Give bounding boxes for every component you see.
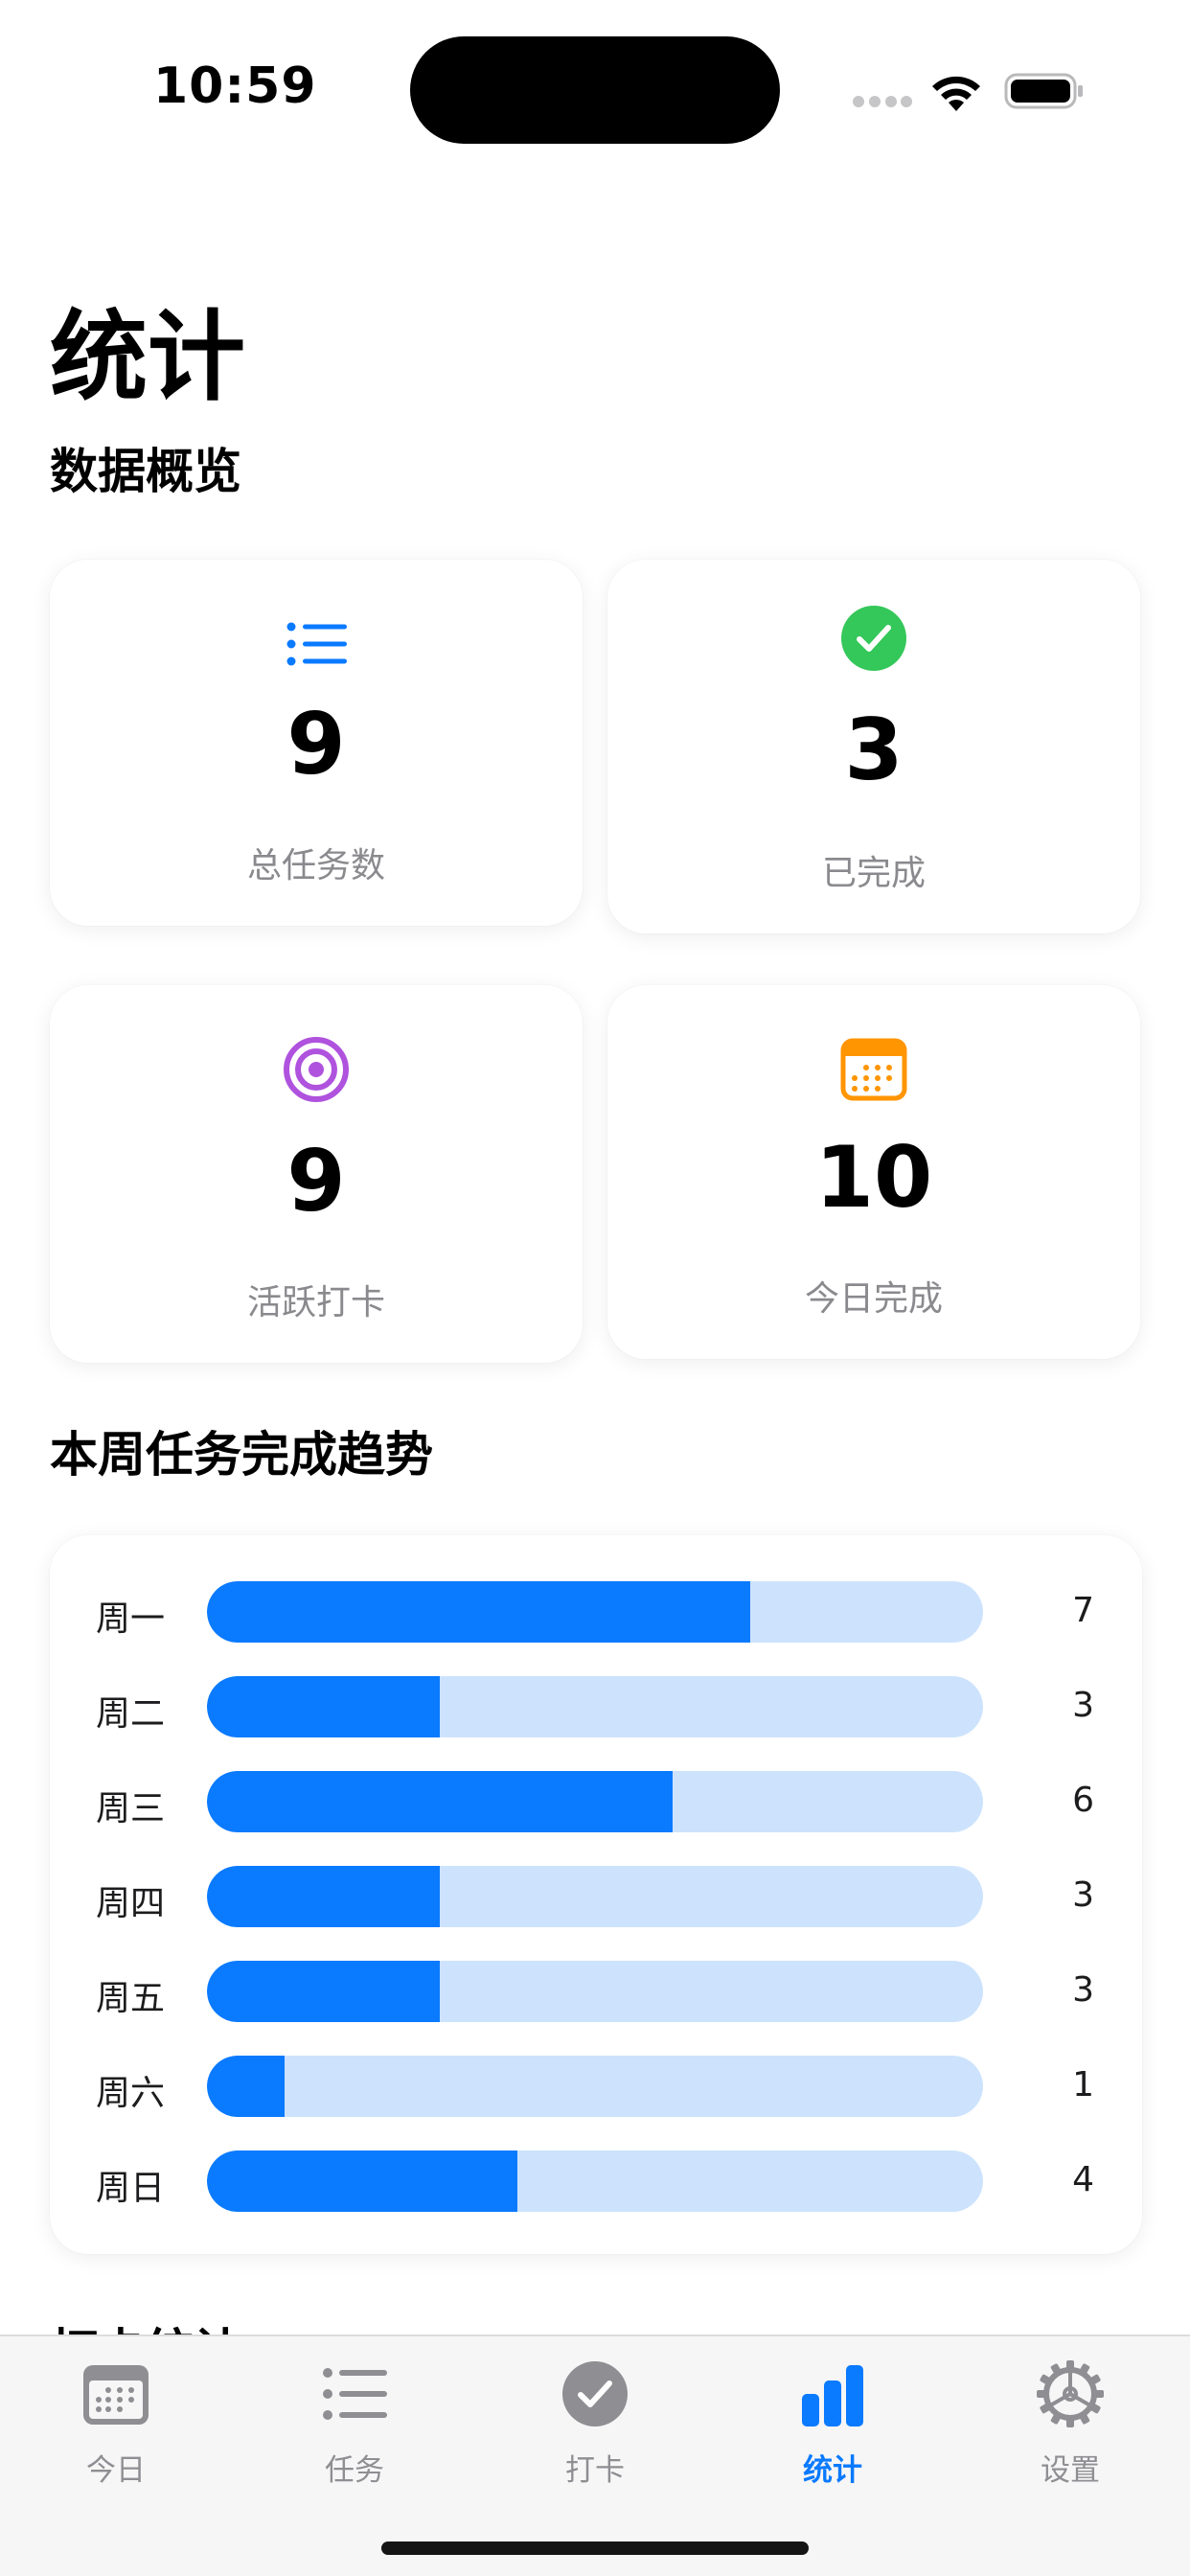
checkmark-circle-icon <box>841 606 906 671</box>
list-icon <box>286 622 347 666</box>
bar-track <box>207 2056 983 2117</box>
bar-label: 周三 <box>96 1789 166 1828</box>
home-indicator[interactable] <box>381 2542 809 2555</box>
bar-track <box>207 1676 983 1737</box>
dynamic-island <box>410 36 780 144</box>
bar-value: 7 <box>1072 1591 1094 1630</box>
tab-label: 设置 <box>1041 2453 1100 2488</box>
stat-label: 今日完成 <box>804 1279 943 1319</box>
tab-checkin[interactable]: 打卡 <box>518 2350 672 2494</box>
bar-fill <box>207 1866 440 1927</box>
bar-fill <box>207 2150 517 2212</box>
bar-label: 周一 <box>96 1599 166 1639</box>
bar-label: 周六 <box>96 2074 166 2113</box>
bar-track <box>207 1581 983 1643</box>
tab-settings[interactable]: 设置 <box>994 2350 1147 2494</box>
stat-card-total-tasks[interactable]: 9 总任务数 <box>50 560 583 926</box>
bar-label: 周五 <box>96 1979 166 2018</box>
tab-stats[interactable]: 统计 <box>756 2350 909 2494</box>
bar-value: 3 <box>1072 1686 1094 1725</box>
bar-row-fri: 周五 3 <box>50 1961 1142 2022</box>
checkmark-circle-icon <box>562 2361 628 2426</box>
stat-value: 10 <box>814 1128 933 1227</box>
chart-bar-icon <box>802 2365 863 2426</box>
page-title: 统计 <box>50 301 245 415</box>
bar-fill <box>207 1676 440 1737</box>
trend-section-title: 本周任务完成趋势 <box>50 1427 433 1483</box>
bar-value: 1 <box>1072 2065 1094 2104</box>
overview-section-title: 数据概览 <box>50 444 241 499</box>
bar-label: 周四 <box>96 1884 166 1923</box>
bar-track <box>207 1866 983 1927</box>
bar-value: 3 <box>1072 1970 1094 2010</box>
stat-label: 总任务数 <box>246 846 385 886</box>
stat-value: 9 <box>286 695 346 794</box>
tab-tasks[interactable]: 任务 <box>278 2350 431 2494</box>
weekly-trend-chart: 周一 7 周二 3 周三 6 周四 3 周五 3 周六 1 周日 4 <box>50 1535 1142 2254</box>
bar-track <box>207 1771 983 1832</box>
bar-fill <box>207 1581 750 1643</box>
stat-value: 3 <box>844 701 904 799</box>
bar-value: 4 <box>1072 2160 1094 2199</box>
bar-track <box>207 1961 983 2022</box>
tab-label: 统计 <box>803 2453 862 2488</box>
bar-row-sun: 周日 4 <box>50 2150 1142 2212</box>
stat-label: 活跃打卡 <box>246 1283 385 1322</box>
tab-label: 任务 <box>325 2453 384 2488</box>
stat-label: 已完成 <box>821 854 926 893</box>
tab-bar: 今日 任务 打卡 统计 设置 <box>0 2334 1190 2576</box>
stat-card-active-checkins[interactable]: 9 活跃打卡 <box>50 985 583 1363</box>
bar-row-mon: 周一 7 <box>50 1581 1142 1643</box>
tab-label: 今日 <box>86 2453 146 2488</box>
bar-label: 周日 <box>96 2169 166 2208</box>
wifi-icon <box>932 76 980 111</box>
calendar-icon <box>840 1038 907 1101</box>
list-icon <box>323 2368 387 2420</box>
bar-fill <box>207 1961 440 2022</box>
status-bar: 10:59 <box>0 0 1190 182</box>
bar-fill <box>207 1771 673 1832</box>
battery-icon <box>1004 73 1083 109</box>
stat-card-today-completed[interactable]: 10 今日完成 <box>607 985 1140 1359</box>
tab-label: 打卡 <box>565 2453 625 2488</box>
gear-icon <box>1037 2360 1104 2427</box>
stat-card-completed[interactable]: 3 已完成 <box>607 560 1140 933</box>
bar-row-wed: 周三 6 <box>50 1771 1142 1832</box>
tab-today[interactable]: 今日 <box>39 2350 193 2494</box>
target-icon <box>284 1037 349 1102</box>
bar-value: 6 <box>1072 1781 1094 1820</box>
bar-fill <box>207 2056 285 2117</box>
calendar-icon <box>83 2365 149 2425</box>
cellular-signal-icon <box>853 96 912 109</box>
status-time: 10:59 <box>153 58 317 115</box>
bar-row-thu: 周四 3 <box>50 1866 1142 1927</box>
stat-value: 9 <box>286 1132 346 1230</box>
bar-value: 3 <box>1072 1875 1094 1915</box>
bar-label: 周二 <box>96 1694 166 1734</box>
bar-track <box>207 2150 983 2212</box>
bar-row-sat: 周六 1 <box>50 2056 1142 2117</box>
bar-row-tue: 周二 3 <box>50 1676 1142 1737</box>
